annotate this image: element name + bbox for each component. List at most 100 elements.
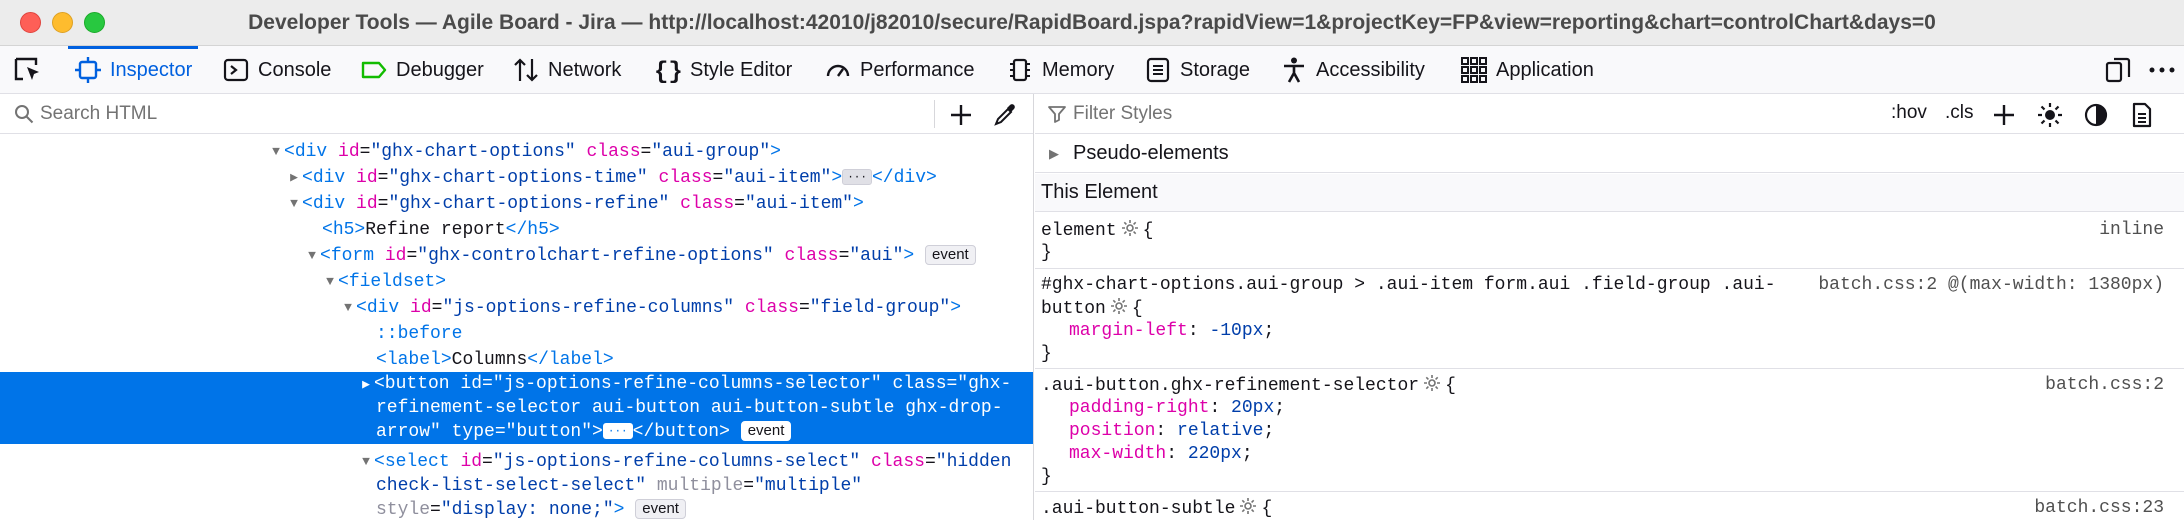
tab-memory[interactable]: Memory xyxy=(1006,46,1114,94)
markup-node[interactable]: ▼ <div id="ghx-chart-options-refine" clas… xyxy=(0,192,1033,216)
collapse-arrow-icon[interactable]: ▼ xyxy=(286,192,302,216)
event-badge[interactable]: event xyxy=(925,245,976,266)
hov-toggle[interactable]: :hov xyxy=(1891,102,1927,124)
tab-performance[interactable]: Performance xyxy=(824,46,975,94)
collapsed-children-ellipsis[interactable]: ··· xyxy=(602,423,633,440)
tab-style-editor[interactable]: {} Style Editor xyxy=(654,46,792,94)
attr-name[interactable]: id xyxy=(356,168,378,188)
attr-name[interactable]: multiple xyxy=(657,476,743,496)
attr-name[interactable]: id xyxy=(338,142,360,162)
tab-storage[interactable]: Storage xyxy=(1144,46,1250,94)
text-node[interactable]: Columns xyxy=(452,350,528,370)
css-property-name[interactable]: max-width xyxy=(1069,444,1166,464)
markup-node[interactable]: <label>Columns</label> xyxy=(0,348,1033,372)
css-rule[interactable]: element{ } inline xyxy=(1035,213,2184,269)
css-property-name[interactable]: margin-left xyxy=(1069,321,1188,341)
rule-selector[interactable]: element xyxy=(1041,221,1117,241)
markup-node[interactable]: ▶ <div id="ghx-chart-options-time" class=… xyxy=(0,166,1033,190)
rule-source-link[interactable]: batch.css:2 @(max-width: 1380px) xyxy=(1818,274,2164,297)
rule-selector[interactable]: #ghx-chart-options.aui-group > .aui-item… xyxy=(1041,275,1776,295)
attr-value[interactable]: "aui-item" xyxy=(745,194,853,214)
tab-network[interactable]: Network xyxy=(512,46,621,94)
attr-name[interactable]: id xyxy=(410,298,432,318)
tab-accessibility[interactable]: Accessibility xyxy=(1280,46,1425,94)
gear-icon[interactable] xyxy=(1239,497,1257,515)
rule-selector[interactable]: button xyxy=(1041,299,1106,319)
add-node-button[interactable] xyxy=(948,102,974,128)
gear-icon[interactable] xyxy=(1121,219,1139,237)
collapse-arrow-icon[interactable]: ▼ xyxy=(358,450,374,474)
tab-inspector[interactable]: Inspector xyxy=(67,46,199,94)
css-property-value[interactable]: 220px xyxy=(1188,444,1242,464)
collapse-arrow-icon[interactable]: ▼ xyxy=(322,270,338,294)
collapse-arrow-icon[interactable]: ▼ xyxy=(268,140,284,164)
event-badge[interactable]: event xyxy=(740,421,792,442)
markup-node[interactable]: ▼ <div id="ghx-chart-options" class="aui-… xyxy=(0,140,1033,164)
attr-value[interactable]: "ghx-chart-options-refine" xyxy=(388,194,669,214)
add-rule-button[interactable] xyxy=(1991,102,2017,128)
collapsed-children-ellipsis[interactable]: ··· xyxy=(842,169,872,186)
attr-name[interactable]: id xyxy=(385,246,407,266)
filter-styles-input[interactable] xyxy=(1073,100,1893,128)
attr-value[interactable]: "multiple" xyxy=(754,476,862,496)
tab-console[interactable]: Console xyxy=(222,46,331,94)
attr-name[interactable]: class xyxy=(745,298,799,318)
text-node[interactable]: Refine report xyxy=(365,220,505,240)
markup-node[interactable]: <h5>Refine report</h5> xyxy=(0,218,1033,242)
css-property-value[interactable]: 20px xyxy=(1231,398,1274,418)
attr-value[interactable]: check-list-select-select" xyxy=(376,476,646,496)
eyedropper-button[interactable] xyxy=(992,102,1018,128)
expand-arrow-icon[interactable]: ▶ xyxy=(1049,146,1063,162)
rule-selector[interactable]: .aui-button-subtle xyxy=(1041,499,1235,519)
gear-icon[interactable] xyxy=(1110,297,1128,315)
selected-markup-node[interactable]: ▶ <button id="js-options-refine-columns-s… xyxy=(0,372,1033,444)
expand-arrow-icon[interactable]: ▶ xyxy=(358,373,374,397)
rule-selector[interactable]: .aui-button.ghx-refinement-selector xyxy=(1041,376,1419,396)
attr-value[interactable]: "aui" xyxy=(849,246,903,266)
attr-value[interactable]: "field-group" xyxy=(810,298,950,318)
markup-node[interactable]: ▼ <select id="js-options-refine-columns-s… xyxy=(0,450,1033,474)
attr-name[interactable]: id xyxy=(460,452,482,472)
tab-debugger[interactable]: Debugger xyxy=(360,46,484,94)
attr-value[interactable]: "js-options-refine-columns-select" xyxy=(493,452,860,472)
attr-name[interactable]: class xyxy=(680,194,734,214)
attr-name[interactable]: id xyxy=(356,194,378,214)
css-property-name[interactable]: position xyxy=(1069,421,1155,441)
print-simulation-button[interactable] xyxy=(2083,102,2109,128)
markup-node[interactable]: ::before xyxy=(0,322,1033,346)
attr-name[interactable]: class xyxy=(659,168,713,188)
css-rule[interactable]: .aui-button-subtle{ batch.css:23 xyxy=(1035,493,2184,520)
attr-value[interactable]: "ghx-chart-options" xyxy=(370,142,575,162)
css-property-name[interactable]: padding-right xyxy=(1069,398,1209,418)
cls-toggle[interactable]: .cls xyxy=(1945,102,1974,124)
tab-application[interactable]: Application xyxy=(1460,46,1594,94)
collapse-arrow-icon[interactable]: ▼ xyxy=(304,244,320,268)
attr-name[interactable]: style xyxy=(376,500,430,520)
light-color-scheme-button[interactable] xyxy=(2037,102,2063,128)
more-options-button[interactable] xyxy=(2148,56,2176,84)
css-property-value[interactable]: -10px xyxy=(1209,321,1263,341)
rule-source-link[interactable]: inline xyxy=(2099,219,2164,242)
markup-node[interactable]: ▼ <fieldset> xyxy=(0,270,1033,294)
attr-value[interactable]: "display: none;" xyxy=(441,500,614,520)
css-rule[interactable]: #ghx-chart-options.aui-group > .aui-item… xyxy=(1035,270,2184,369)
attr-value[interactable]: "ghx-chart-options-time" xyxy=(388,168,647,188)
attr-name[interactable]: class xyxy=(785,246,839,266)
attr-value[interactable]: "aui-item" xyxy=(723,168,831,188)
css-rule[interactable]: .aui-button.ghx-refinement-selector{ pad… xyxy=(1035,370,2184,492)
attr-name[interactable]: class xyxy=(587,142,641,162)
css-property-value[interactable]: relative xyxy=(1177,421,1263,441)
attr-name[interactable]: class xyxy=(871,452,925,472)
pseudo-element-node[interactable]: ::before xyxy=(376,324,462,344)
dock-toggle-button[interactable] xyxy=(2104,56,2132,84)
attr-value[interactable]: "hidden xyxy=(936,452,1012,472)
pseudo-elements-toggle[interactable]: ▶ Pseudo-elements xyxy=(1035,135,2184,173)
event-badge[interactable]: event xyxy=(635,499,686,520)
element-picker-button[interactable] xyxy=(12,54,46,86)
rule-source-link[interactable]: batch.css:23 xyxy=(2034,497,2164,520)
attr-value[interactable]: "aui-group" xyxy=(651,142,770,162)
collapse-arrow-icon[interactable]: ▼ xyxy=(340,296,356,320)
attr-value[interactable]: "js-options-refine-columns" xyxy=(442,298,734,318)
search-html-input[interactable] xyxy=(40,100,920,128)
markup-node[interactable]: ▼ <form id="ghx-controlchart-refine-optio… xyxy=(0,244,1033,268)
